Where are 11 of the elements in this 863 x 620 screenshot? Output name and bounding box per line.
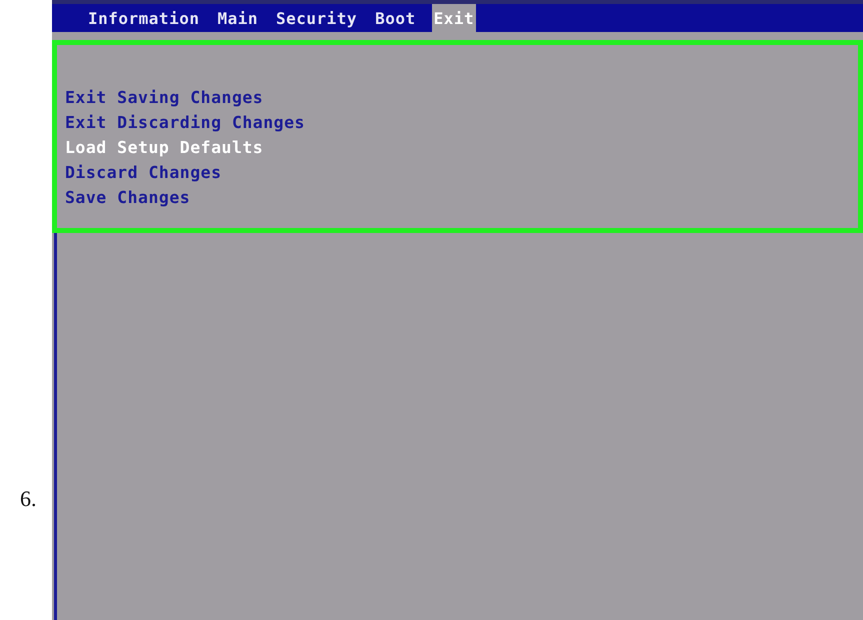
menu-tab[interactable]: Exit	[432, 4, 476, 32]
menu-tab[interactable]: Security	[274, 4, 360, 32]
menu-tab[interactable]: Boot	[373, 4, 418, 32]
menu-option[interactable]: Exit Saving Changes	[65, 85, 858, 110]
menu-option[interactable]: Save Changes	[65, 185, 858, 210]
menu-option[interactable]: Exit Discarding Changes	[65, 110, 858, 135]
menu-tab[interactable]: Information	[86, 4, 202, 32]
menu-option[interactable]: Load Setup Defaults	[65, 135, 858, 160]
menu-option[interactable]: Discard Changes	[65, 160, 858, 185]
step-number: 6.	[20, 486, 36, 512]
menu-tab[interactable]: Main	[215, 4, 260, 32]
